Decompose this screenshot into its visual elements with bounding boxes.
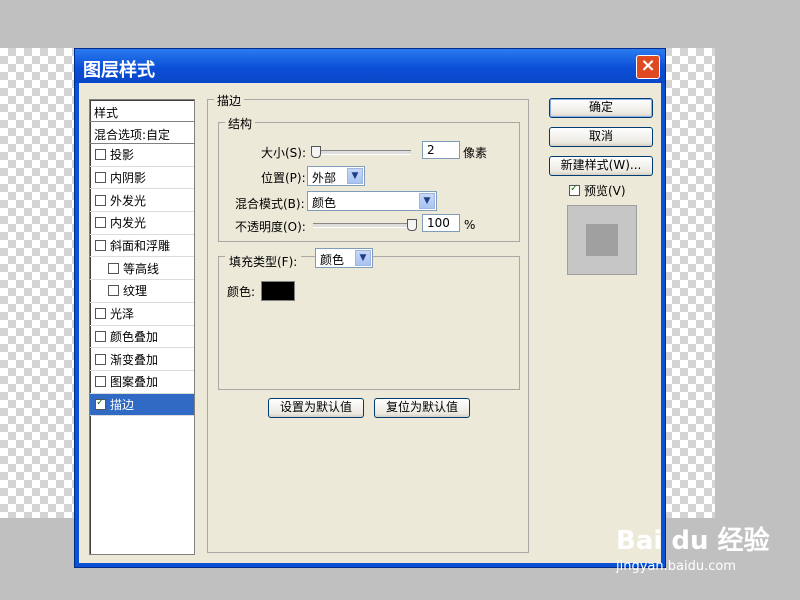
style-item-checkbox[interactable] [108,285,119,297]
style-item-label: 斜面和浮雕 [110,239,171,254]
size-label: 大小(S): [261,146,307,160]
style-item-label: 光泽 [110,307,135,322]
style-item-checkbox[interactable] [95,353,106,365]
position-label: 位置(P): [261,171,306,185]
styles-list: 样式 混合选项:自定 投影内阴影外发光内发光斜面和浮雕等高线纹理光泽颜色叠加渐变… [89,99,195,555]
style-item[interactable]: 颜色叠加 [90,326,194,349]
close-icon: × [640,55,656,76]
opacity-label: 不透明度(O): [235,220,306,234]
baidu-jingyan-watermark: Bai du 经验 jingyan.baidu.com [616,520,770,574]
style-item-label: 描边 [110,397,135,412]
reset-default-button[interactable]: 复位为默认值 [374,398,470,418]
size-input[interactable]: 2 [422,141,460,159]
fill-type-value: 颜色 [320,253,345,267]
position-value: 外部 [312,171,337,185]
opacity-input[interactable]: 100 [422,214,460,232]
style-item-checkbox[interactable] [95,194,106,206]
chevron-down-icon[interactable]: ▼ [347,168,363,184]
layer-style-dialog: 图层样式 × 样式 混合选项:自定 投影内阴影外发光内发光斜面和浮雕等高线纹理光… [74,48,666,568]
blending-options-item[interactable]: 混合选项:自定 [90,122,194,144]
style-item-label: 图案叠加 [110,375,159,390]
size-slider[interactable] [311,146,411,158]
size-unit: 像素 [463,146,488,160]
stroke-group: 描边 结构 大小(S): 2 像素 位置(P): 外部 ▼ 混合模式(B): 颜… [207,92,529,553]
style-preview-thumbnail [567,205,637,275]
style-item[interactable]: 纹理 [90,280,194,303]
style-item-label: 内发光 [110,216,147,231]
cancel-button[interactable]: 取消 [549,127,653,147]
style-item-checkbox[interactable] [95,397,106,410]
preview-label: 预览(V) [584,184,626,198]
structure-group-label: 结构 [225,115,256,132]
style-item-label: 渐变叠加 [110,352,159,367]
stroke-color-swatch[interactable] [261,281,295,301]
dialog-client: 样式 混合选项:自定 投影内阴影外发光内发光斜面和浮雕等高线纹理光泽颜色叠加渐变… [79,83,661,563]
dialog-title: 图层样式 [83,60,155,81]
opacity-slider[interactable] [313,219,417,231]
watermark-logo-text: Bai du 经验 [616,526,770,556]
style-item-checkbox[interactable] [95,217,106,229]
style-item[interactable]: 描边 [90,393,194,417]
style-item-label: 投影 [110,148,135,163]
preview-toggle[interactable]: 预览(V) [569,182,626,199]
opacity-unit: % [464,218,476,232]
style-item-label: 纹理 [123,284,148,299]
size-slider-thumb[interactable] [311,146,321,158]
structure-group: 结构 大小(S): 2 像素 位置(P): 外部 ▼ 混合模式(B): 颜色 ▼… [218,115,520,242]
close-button[interactable]: × [636,55,660,79]
new-style-button[interactable]: 新建样式(W)... [549,156,653,176]
style-item-checkbox[interactable] [95,308,106,320]
style-item-checkbox[interactable] [95,172,106,184]
position-select[interactable]: 外部 ▼ [307,166,365,186]
style-item-label: 颜色叠加 [110,329,159,344]
style-item-checkbox[interactable] [95,376,106,388]
style-item[interactable]: 内阴影 [90,167,194,190]
preview-checkbox[interactable] [569,183,580,196]
style-item[interactable]: 投影 [90,144,194,167]
set-default-button[interactable]: 设置为默认值 [268,398,364,418]
title-bar[interactable]: 图层样式 × [75,49,665,83]
style-item[interactable]: 图案叠加 [90,371,194,394]
blend-mode-select[interactable]: 颜色 ▼ [307,191,437,211]
style-item-label: 内阴影 [110,171,147,186]
style-item-checkbox[interactable] [108,262,119,274]
style-item-checkbox[interactable] [95,149,106,161]
chevron-down-icon[interactable]: ▼ [355,250,371,266]
stroke-group-label: 描边 [214,92,245,109]
preview-inner-square [586,224,618,256]
style-item-label: 等高线 [123,261,160,276]
ok-button[interactable]: 确定 [549,98,653,118]
blend-mode-value: 颜色 [312,196,337,210]
style-item[interactable]: 渐变叠加 [90,348,194,371]
color-label: 颜色: [227,285,256,299]
watermark-url: jingyan.baidu.com [616,559,736,574]
fill-group: 填充类型(F): 颜色 ▼ 颜色: [218,248,520,390]
style-item[interactable]: 斜面和浮雕 [90,235,194,258]
style-item-label: 外发光 [110,193,147,208]
style-item[interactable]: 光泽 [90,303,194,326]
fill-type-label: 填充类型(F): [225,253,302,270]
style-item-checkbox[interactable] [95,240,106,252]
blend-mode-label: 混合模式(B): [235,197,305,211]
style-item[interactable]: 等高线 [90,257,194,281]
opacity-slider-thumb[interactable] [407,219,417,231]
styles-list-header[interactable]: 样式 [90,100,194,122]
style-item[interactable]: 外发光 [90,189,194,213]
style-items: 投影内阴影外发光内发光斜面和浮雕等高线纹理光泽颜色叠加渐变叠加图案叠加描边 [90,144,194,417]
style-item[interactable]: 内发光 [90,212,194,235]
chevron-down-icon[interactable]: ▼ [419,193,435,209]
fill-type-select[interactable]: 颜色 ▼ [315,248,373,268]
style-item-checkbox[interactable] [95,330,106,342]
